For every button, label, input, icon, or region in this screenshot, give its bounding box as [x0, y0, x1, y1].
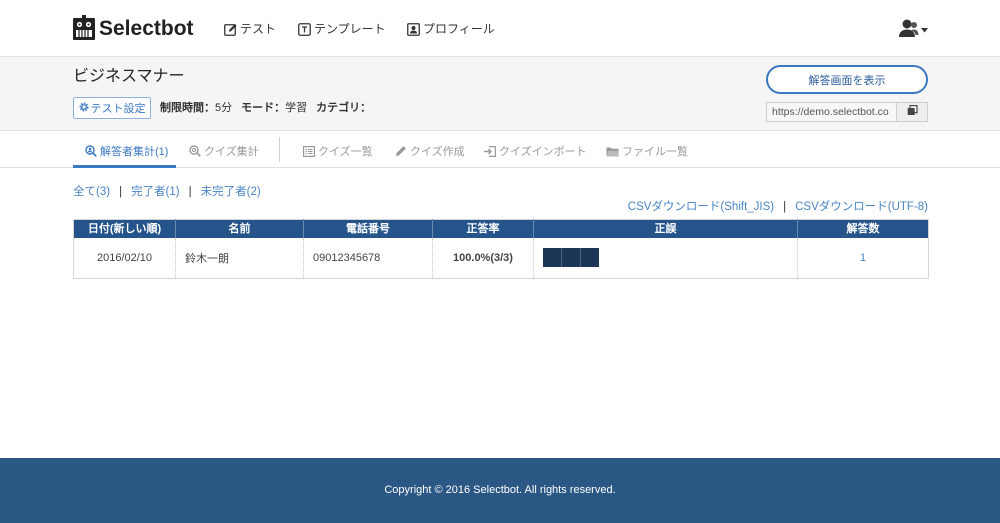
cell-phone: 09012345678	[303, 238, 433, 278]
tab-label: クイズインポート	[499, 146, 587, 158]
list-icon	[303, 145, 315, 157]
table-row: 2016/02/10 鈴木一朗 09012345678 100.0%(3/3) …	[73, 238, 929, 278]
meta-label: モード：	[241, 102, 286, 114]
logo[interactable]: Selectbot	[73, 15, 194, 43]
cell-name: 鈴木一朗	[175, 238, 304, 278]
active-tab-indicator	[73, 165, 176, 168]
meta-label: 制限時間：	[160, 102, 215, 114]
test-header: ビジネスマナー テスト設定 制限時間： 5分 モード： 学習 カテゴリ： 解答画…	[0, 57, 1000, 131]
import-icon	[484, 145, 496, 157]
tab-label: 解答者集計(1)	[100, 146, 169, 158]
copyright-text: Copyright © 2016 Selectbot. All rights r…	[384, 484, 616, 496]
table-header-row: 日付(新しい順) 名前 電話番号 正答率 正誤 解答数	[73, 219, 929, 238]
edit-icon	[224, 23, 237, 36]
category: カテゴリ：	[316, 101, 371, 116]
nav-item-label: テスト	[240, 22, 277, 36]
tab-quiz-summary[interactable]: クイズ集計	[189, 143, 259, 159]
tab-label: クイズ一覧	[318, 146, 373, 158]
answer-url-field[interactable]: https://demo.selectbot.co	[766, 102, 897, 122]
result-correct-mark	[562, 248, 580, 268]
user-search-icon	[85, 145, 97, 157]
nav-item-label: プロフィール	[423, 22, 495, 36]
answer-count-link[interactable]: 1	[860, 252, 866, 264]
tab-label: ファイル一覧	[622, 146, 688, 158]
search-icon	[189, 145, 201, 157]
page-title: ビジネスマナー	[73, 68, 185, 85]
result-marks	[543, 248, 599, 268]
nav-item-label: テンプレート	[314, 22, 386, 36]
column-header-name: 名前	[175, 219, 304, 238]
filter-all-link[interactable]: 全て(3)	[73, 185, 110, 199]
csv-separator: |	[783, 201, 787, 213]
column-header-date[interactable]: 日付(新しい順)	[73, 219, 176, 238]
profile-icon	[407, 22, 420, 36]
template-icon	[298, 22, 311, 36]
test-settings-button[interactable]: テスト設定	[73, 97, 151, 119]
tab-file-list[interactable]: ファイル一覧	[606, 143, 688, 159]
column-header-rate: 正答率	[432, 219, 534, 238]
meta-value: 学習	[285, 102, 308, 114]
cell-correct-rate: 100.0%(3/3)	[432, 238, 534, 278]
test-settings-label: テスト設定	[90, 103, 146, 115]
user-menu-button[interactable]	[899, 19, 929, 39]
footer: Copyright © 2016 Selectbot. All rights r…	[0, 458, 1000, 523]
column-header-results: 正誤	[533, 219, 798, 238]
tab-quiz-list[interactable]: クイズ一覧	[303, 143, 373, 159]
mode: モード： 学習	[241, 101, 307, 116]
filter-completed-link[interactable]: 完了者(1)	[131, 185, 180, 199]
tab-quiz-import[interactable]: クイズインポート	[484, 143, 587, 159]
cell-date: 2016/02/10	[73, 238, 176, 278]
tab-quiz-create[interactable]: クイズ作成	[395, 143, 465, 159]
pencil-icon	[395, 145, 407, 157]
tab-divider	[279, 137, 280, 162]
tab-label: クイズ作成	[410, 146, 465, 158]
respondent-filter: 全て(3) | 完了者(1) | 未完了者(2)	[73, 185, 261, 199]
result-correct-mark	[543, 248, 561, 268]
nav-item-test[interactable]: テスト	[224, 21, 276, 37]
column-header-count: 解答数	[797, 219, 929, 238]
csv-utf8-link[interactable]: CSVダウンロード(UTF-8)	[795, 200, 928, 214]
user-icon	[899, 19, 919, 40]
copy-icon	[907, 105, 918, 119]
logo-text: Selectbot	[99, 17, 194, 40]
gear-icon	[78, 101, 89, 115]
nav-item-profile[interactable]: プロフィール	[407, 21, 495, 37]
meta-value: 5分	[215, 102, 233, 114]
tab-respondent-summary[interactable]: 解答者集計(1)	[85, 143, 168, 159]
meta-label: カテゴリ：	[316, 102, 372, 114]
folder-icon	[606, 146, 619, 157]
cell-answer-count: 1	[798, 238, 929, 278]
nav-item-template[interactable]: テンプレート	[298, 21, 386, 37]
test-meta: 制限時間： 5分 モード： 学習 カテゴリ：	[160, 101, 380, 116]
filter-incomplete-link[interactable]: 未完了者(2)	[201, 185, 261, 199]
column-header-phone: 電話番号	[303, 219, 433, 238]
tab-bar: 解答者集計(1) クイズ集計 クイズ一覧 クイズ作成 クイズインポート ファイル…	[0, 131, 1000, 168]
chevron-down-icon	[921, 22, 928, 36]
time-limit: 制限時間： 5分	[160, 101, 232, 116]
filter-separator: |	[119, 186, 123, 198]
copy-url-button[interactable]	[896, 102, 928, 122]
csv-download-links: CSVダウンロード(Shift_JIS) | CSVダウンロード(UTF-8)	[628, 200, 928, 214]
show-answer-screen-button[interactable]: 解答画面を表示	[766, 65, 928, 94]
filter-separator: |	[188, 186, 192, 198]
robot-logo-icon	[73, 15, 95, 43]
respondent-table: 日付(新しい順) 名前 電話番号 正答率 正誤 解答数 2016/02/10 鈴…	[73, 219, 929, 279]
csv-shift-jis-link[interactable]: CSVダウンロード(Shift_JIS)	[628, 200, 774, 214]
result-correct-mark	[581, 248, 599, 268]
cell-results	[533, 238, 798, 278]
top-navbar: Selectbot テスト テンプレート プロフィール	[0, 0, 1000, 57]
tab-label: クイズ集計	[204, 146, 259, 158]
